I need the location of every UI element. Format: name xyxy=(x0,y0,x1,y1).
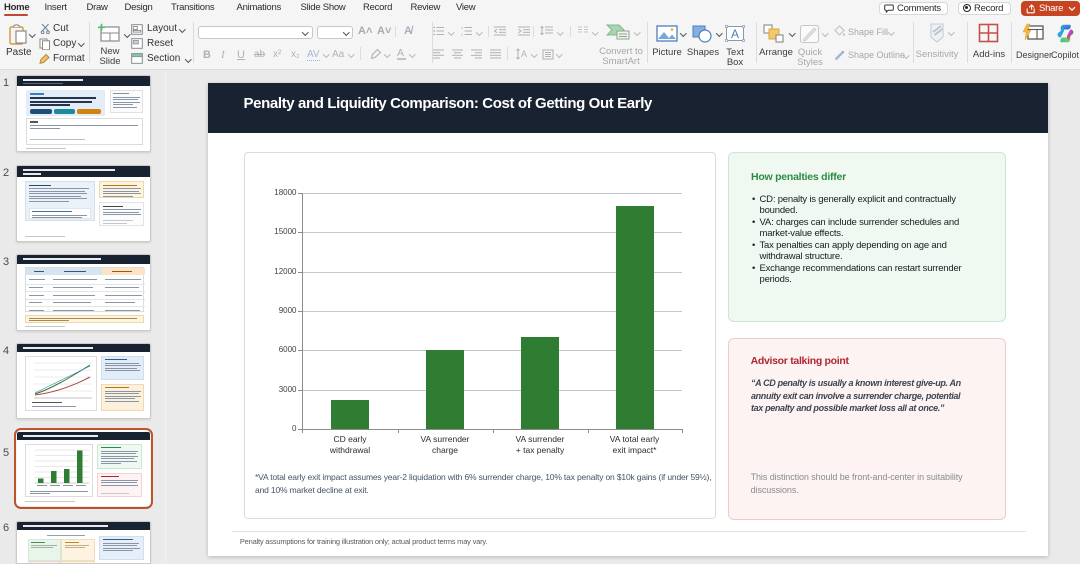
svg-text:A: A xyxy=(731,27,739,41)
svg-text:A: A xyxy=(521,49,527,59)
svg-text:2: 2 xyxy=(461,32,464,36)
svg-text:1: 1 xyxy=(461,26,464,30)
